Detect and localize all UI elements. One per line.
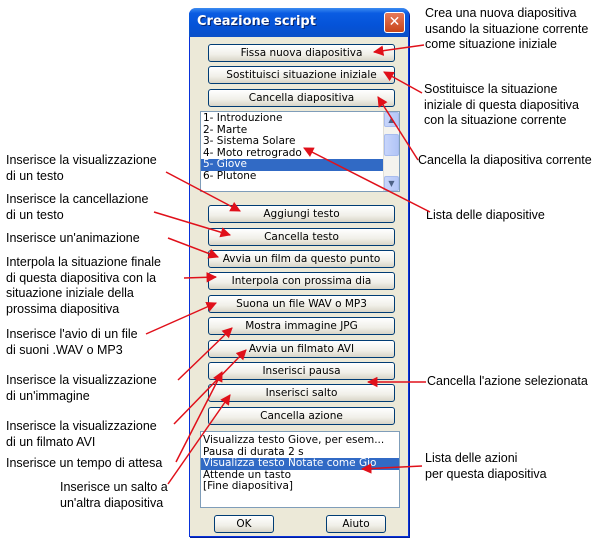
new-slide-button[interactable]: Fissa nuova diapositiva — [208, 44, 395, 62]
add-text-button[interactable]: Aggiungi testo — [208, 205, 395, 223]
delete-text-button[interactable]: Cancella testo — [208, 228, 395, 246]
start-avi-button[interactable]: Avvia un filmato AVI — [208, 340, 395, 358]
action-list[interactable]: Visualizza testo Giove, per esem... Paus… — [200, 431, 400, 508]
show-image-button[interactable]: Mostra immagine JPG — [208, 317, 395, 335]
note-avi: Inserisce la visualizzazione di un filma… — [6, 419, 157, 449]
slide-list[interactable]: 1- Introduzione 2- Marte 3- Sistema Sola… — [200, 111, 400, 192]
close-icon[interactable]: ✕ — [384, 12, 405, 33]
note-animation: Inserisce un'animazione — [6, 231, 140, 245]
slide-list-scrollbar[interactable]: ▲ ▼ — [383, 112, 399, 191]
scroll-thumb[interactable] — [384, 134, 399, 156]
slide-list-item[interactable]: 6- Plutone — [201, 170, 383, 183]
slide-list-item[interactable]: 1- Introduzione — [201, 112, 383, 125]
scroll-up-icon[interactable]: ▲ — [384, 112, 399, 127]
insert-pause-button[interactable]: Inserisci pausa — [208, 362, 395, 380]
title-bar[interactable]: Creazione script ✕ — [189, 8, 409, 37]
note-pause: Inserisce un tempo di attesa — [6, 456, 163, 470]
delete-action-button[interactable]: Cancella azione — [208, 407, 395, 425]
note-replace-initial: Sostituisce la situazione iniziale di qu… — [424, 82, 579, 127]
note-image: Inserisce la visualizzazione di un'immag… — [6, 373, 157, 403]
play-sound-button[interactable]: Suona un file WAV o MP3 — [208, 295, 395, 313]
note-delete-slide: Cancella la diapositiva corrente — [418, 153, 592, 167]
note-action-list: Lista delle azioni per questa diapositiv… — [425, 451, 547, 481]
slide-list-item-selected[interactable]: 5- Giove — [201, 158, 383, 171]
note-sound: Inserisce l'avio di un file di suoni .WA… — [6, 327, 138, 357]
start-movie-button[interactable]: Avvia un film da questo punto — [208, 250, 395, 268]
dialog-title: Creazione script — [197, 14, 316, 29]
action-list-item[interactable]: Visualizza testo Giove, per esem... — [201, 434, 399, 447]
note-delete-action: Cancella l'azione selezionata — [427, 374, 588, 388]
insert-jump-button[interactable]: Inserisci salto — [208, 384, 395, 402]
replace-initial-button[interactable]: Sostituisci situazione iniziale — [208, 66, 395, 84]
delete-slide-button[interactable]: Cancella diapositiva — [208, 89, 395, 107]
action-list-item-selected[interactable]: Visualizza testo Notate come Gio — [201, 457, 399, 470]
interpolate-button[interactable]: Interpola con prossima dia — [208, 272, 395, 290]
note-interpolate: Interpola la situazione finale di questa… — [6, 255, 161, 316]
note-show-text: Inserisce la visualizzazione di un testo — [6, 153, 157, 183]
help-button[interactable]: Aiuto — [326, 515, 386, 533]
note-slide-list: Lista delle diapositive — [426, 208, 545, 222]
note-jump: Inserisce un salto a un'altra diapositiv… — [60, 480, 168, 510]
note-delete-text: Inserisce la cancellazione di un testo — [6, 192, 149, 222]
note-new-slide: Crea una nuova diapositiva usando la sit… — [425, 6, 589, 51]
script-dialog: Creazione script ✕ Fissa nuova diapositi… — [189, 8, 409, 537]
ok-button[interactable]: OK — [214, 515, 274, 533]
action-list-item[interactable]: [Fine diapositiva] — [201, 480, 399, 493]
slide-list-item[interactable]: 3- Sistema Solare — [201, 135, 383, 148]
scroll-down-icon[interactable]: ▼ — [384, 176, 399, 191]
